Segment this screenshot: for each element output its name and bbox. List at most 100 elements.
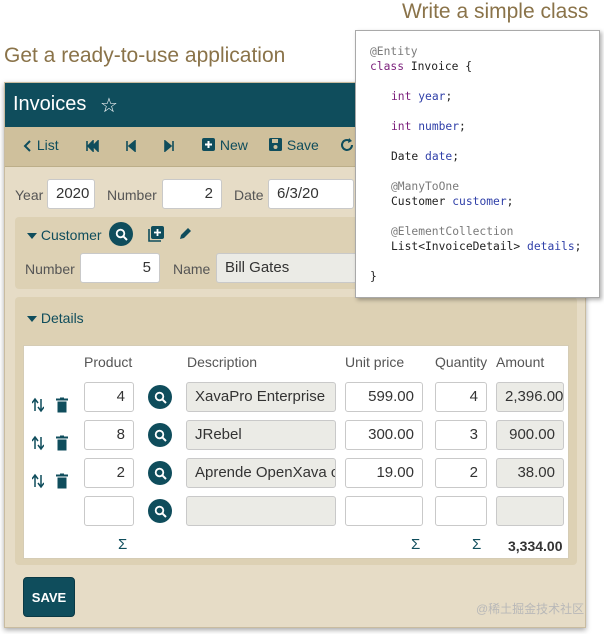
save-toolbar-button[interactable]: Save (268, 137, 319, 153)
code-type: List<InvoiceDetail> (391, 240, 521, 253)
sum-unit-price-icon[interactable]: Σ (411, 536, 420, 553)
save-button[interactable]: SAVE (23, 577, 75, 617)
code-line-date: Date date; (391, 150, 460, 163)
code-line-customer: Customer customer; (391, 195, 514, 208)
skip-first-icon (86, 139, 99, 153)
customer-add-button[interactable] (148, 225, 165, 247)
unit-price-input[interactable]: 300.00 (345, 420, 423, 450)
description-field: JRebel (186, 420, 336, 450)
date-label: Date (234, 187, 264, 203)
customer-number-label: Number (25, 261, 75, 277)
product-input[interactable]: 8 (84, 420, 134, 450)
column-header-amount: Amount (496, 354, 545, 370)
trash-icon[interactable] (56, 466, 68, 496)
next-record-button[interactable] (163, 137, 175, 153)
amount-total: 3,334.00 (508, 538, 563, 554)
customer-search-button[interactable] (109, 222, 133, 246)
product-search-button[interactable] (148, 461, 172, 485)
refresh-icon (341, 138, 353, 151)
code-class-name: Invoice { (404, 60, 473, 73)
customer-name-field: Bill Gates (216, 253, 360, 283)
description-field: Aprende OpenXava co (186, 458, 336, 488)
code-line-manytoone: @ManyToOne (391, 180, 460, 193)
search-icon (154, 467, 167, 480)
previous-record-button[interactable] (125, 137, 137, 153)
floppy-disk-icon (269, 138, 282, 151)
quantity-input[interactable]: 4 (435, 382, 487, 412)
details-section-toggle[interactable]: Details (27, 310, 84, 326)
pencil-icon (180, 228, 191, 239)
code-line-entity: @Entity (370, 45, 418, 58)
reorder-icon[interactable] (32, 466, 44, 496)
customer-section-label: Customer (40, 227, 102, 243)
code-type: int (391, 120, 412, 133)
details-table: Product Description Unit price Quantity … (23, 345, 569, 559)
product-input[interactable] (84, 496, 134, 526)
customer-name-label: Name (173, 261, 211, 277)
customer-edit-button[interactable] (178, 226, 193, 246)
amount-field: 900.00 (496, 420, 564, 450)
reorder-icon[interactable] (32, 428, 44, 458)
unit-price-input[interactable] (345, 496, 423, 526)
column-header-product: Product (84, 354, 133, 370)
code-field: date (425, 150, 453, 163)
date-input[interactable]: 6/3/20 (268, 179, 354, 209)
triangle-down-icon (27, 233, 37, 239)
year-input[interactable]: 2020 (47, 179, 95, 209)
search-icon (154, 505, 167, 518)
new-button[interactable]: New (201, 137, 248, 153)
details-section-label: Details (40, 310, 84, 326)
code-field: details (527, 240, 575, 253)
star-icon[interactable]: ☆ (100, 93, 118, 118)
save-toolbar-label: Save (286, 137, 319, 153)
column-header-unit-price: Unit price (345, 354, 405, 370)
unit-price-input[interactable]: 599.00 (345, 382, 423, 412)
caption-class: Write a simple class (402, 0, 589, 23)
unit-price-input[interactable]: 19.00 (345, 458, 423, 488)
number-input[interactable]: 2 (162, 179, 222, 209)
year-label: Year (15, 187, 44, 203)
chevron-left-icon (23, 140, 31, 152)
product-search-button[interactable] (148, 499, 172, 523)
sum-quantity-icon[interactable]: Σ (472, 536, 481, 553)
code-field: year (418, 90, 446, 103)
search-icon (154, 429, 167, 442)
amount-field: 2,396.00 (496, 382, 564, 412)
amount-field (496, 496, 564, 526)
first-record-button[interactable] (85, 137, 99, 153)
customer-section-toggle[interactable]: Customer (27, 227, 102, 243)
description-field: XavaPro Enterprise (186, 382, 336, 412)
product-search-button[interactable] (148, 385, 172, 409)
column-header-quantity: Quantity (435, 354, 488, 370)
code-panel: @Entity class Invoice { int year; int nu… (355, 30, 600, 298)
code-keyword: class (370, 60, 405, 73)
product-input[interactable]: 4 (84, 382, 134, 412)
quantity-input[interactable]: 3 (435, 420, 487, 450)
reorder-icon[interactable] (32, 390, 44, 420)
list-label: List (36, 137, 59, 153)
page-title: Invoices (13, 93, 87, 115)
list-button[interactable]: List (23, 137, 59, 153)
quantity-input[interactable]: 2 (435, 458, 487, 488)
code-type: Customer (391, 195, 446, 208)
sum-product-icon[interactable]: Σ (118, 536, 127, 553)
previous-icon (126, 139, 136, 153)
code-line-class: class Invoice { (370, 60, 472, 73)
trash-icon[interactable] (56, 428, 68, 458)
code-type: int (391, 90, 412, 103)
code-line-close: } (370, 270, 377, 283)
code-field: number (418, 120, 460, 133)
customer-number-input[interactable]: 5 (80, 253, 160, 283)
quantity-input[interactable] (435, 496, 487, 526)
add-box-icon (202, 138, 215, 151)
product-search-button[interactable] (148, 423, 172, 447)
next-icon (164, 139, 174, 153)
column-header-description: Description (187, 354, 258, 370)
trash-icon[interactable] (56, 390, 68, 420)
code-line-elementcollection: @ElementCollection (391, 225, 514, 238)
description-field (186, 496, 336, 526)
search-icon (115, 228, 128, 241)
refresh-button[interactable] (340, 137, 354, 153)
amount-field: 38.00 (496, 458, 564, 488)
product-input[interactable]: 2 (84, 458, 134, 488)
